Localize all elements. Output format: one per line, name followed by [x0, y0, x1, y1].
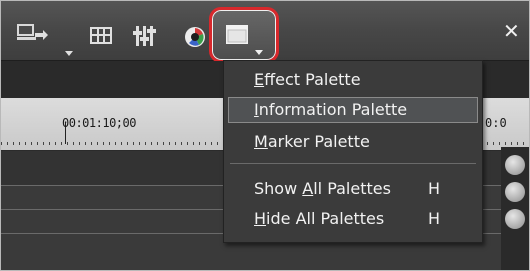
audio-mixer-icon[interactable] — [133, 24, 157, 48]
close-icon[interactable]: ✕ — [503, 21, 520, 41]
menu-item-show-all-palettes[interactable]: Show All Palettes H — [228, 176, 478, 202]
track-scroll-controls — [501, 147, 529, 270]
track-expand-button[interactable] — [505, 155, 525, 175]
menu-item-label: Information Palette — [254, 100, 408, 119]
menu-item-label: Marker Palette — [254, 132, 370, 151]
chevron-down-icon[interactable] — [65, 42, 73, 56]
color-correction-icon[interactable] — [184, 26, 206, 48]
output-icon[interactable] — [15, 23, 49, 49]
menu-item-effect-palette[interactable]: Effect Palette — [228, 67, 478, 93]
menu-item-hide-all-palettes[interactable]: Hide All Palettes H — [228, 206, 478, 232]
track-expand-button[interactable] — [505, 209, 525, 229]
menu-item-marker-palette[interactable]: Marker Palette — [228, 129, 478, 155]
menu-item-shortcut: H — [428, 179, 441, 198]
toolbar: ✕ — [1, 1, 529, 63]
menu-item-label: Effect Palette — [254, 70, 361, 89]
menu-item-label: Hide All Palettes — [254, 209, 385, 228]
track-expand-button[interactable] — [505, 182, 525, 202]
chevron-down-icon — [255, 41, 263, 55]
ruler-timecode: 00:01:10;00 — [62, 116, 136, 130]
ruler-timecode-next: 0:0 — [485, 116, 507, 130]
timeline-window: ✕ 00:01:10;00 0:0 Effect Palette Informa… — [0, 0, 530, 271]
grid-icon[interactable] — [90, 27, 112, 45]
palette-window-icon — [226, 25, 248, 45]
palette-menu-button[interactable] — [209, 7, 279, 63]
menu-item-label: Show All Palettes — [254, 179, 391, 198]
menu-item-shortcut: H — [428, 209, 441, 228]
menu-item-information-palette[interactable]: Information Palette — [228, 97, 478, 123]
palette-dropdown-menu: Effect Palette Information Palette Marke… — [223, 60, 483, 243]
menu-separator — [230, 163, 476, 164]
